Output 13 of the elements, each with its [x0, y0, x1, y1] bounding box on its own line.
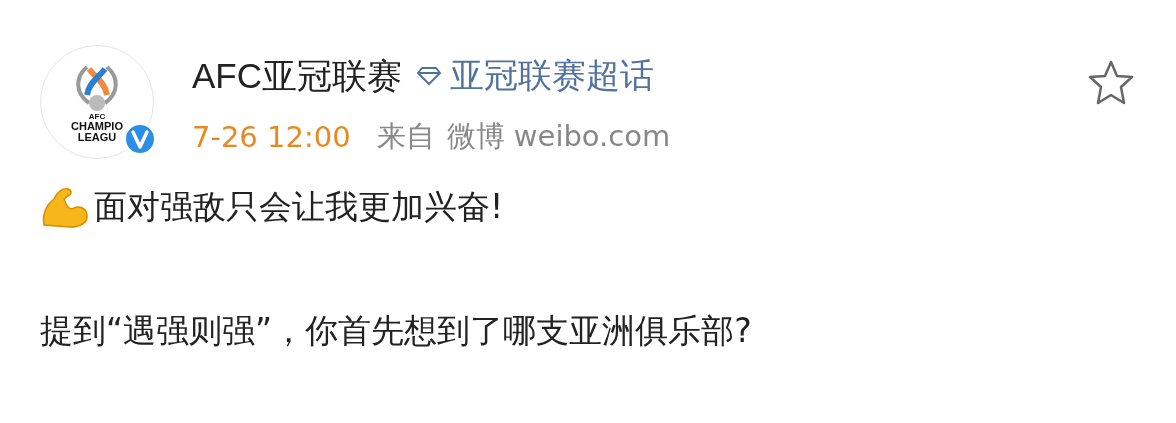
flexed-arm-icon [40, 185, 90, 229]
post-text: 面对强敌只会让我更加兴奋! [94, 186, 504, 228]
post-text: 提到“遇强则强”，你首先想到了哪支亚洲俱乐部? [40, 310, 752, 352]
logo-text: CHAMPIO [71, 121, 123, 132]
author-name[interactable]: AFC亚冠联赛 [192, 52, 402, 100]
logo-text: LEAGU [77, 132, 117, 143]
star-icon[interactable] [1086, 59, 1136, 107]
source-label: 来自 [376, 118, 435, 155]
diamond-icon [416, 66, 442, 86]
logo-text: AFC [88, 113, 106, 121]
topic-link[interactable]: 亚冠联赛超话 [416, 53, 654, 99]
source-text: 微博 weibo.com [446, 118, 671, 155]
post-time: 7-26 12:00 [192, 120, 351, 154]
